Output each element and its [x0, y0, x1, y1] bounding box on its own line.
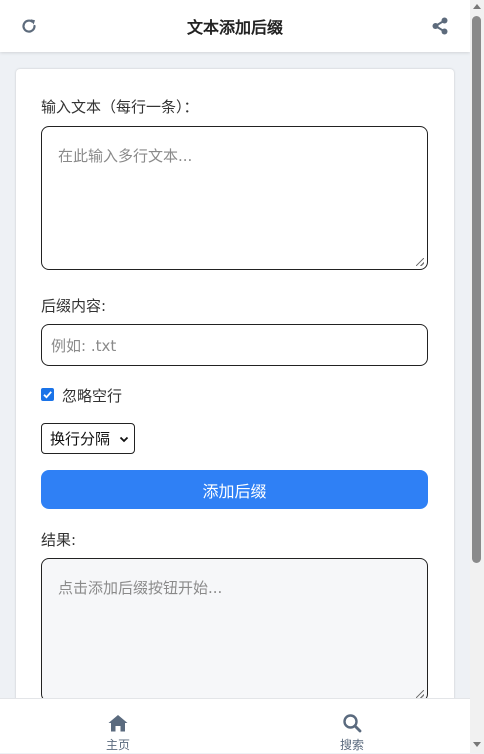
input-textarea[interactable]: 在此输入多行文本... — [41, 126, 428, 270]
suffix-input-placeholder: 例如: .txt — [51, 336, 117, 355]
result-textarea[interactable]: 点击添加后缀按钮开始... — [41, 558, 428, 702]
add-suffix-button[interactable]: 添加后缀 — [41, 470, 428, 509]
chevron-down-icon — [119, 436, 129, 443]
suffix-label: 后缀内容: — [41, 297, 107, 315]
result-label: 结果: — [41, 531, 77, 549]
nav-item-search[interactable]: 搜索 — [312, 699, 392, 754]
result-textarea-placeholder: 点击添加后缀按钮开始... — [58, 579, 223, 597]
top-app-bar: 文本添加后缀 — [0, 0, 470, 52]
input-textarea-placeholder: 在此输入多行文本... — [58, 147, 193, 165]
scrollbar-thumb[interactable] — [472, 16, 481, 563]
ignore-empty-label: 忽略空行 — [62, 387, 123, 405]
scroll-up-arrow-icon[interactable] — [473, 4, 481, 9]
checkmark-icon — [43, 391, 52, 399]
input-text-label: 输入文本（每行一条）： — [41, 98, 199, 116]
add-suffix-button-label: 添加后缀 — [202, 481, 267, 501]
main-card: 输入文本（每行一条）： 在此输入多行文本... 后缀内容: 例如: .txt 忽… — [16, 69, 454, 709]
share-icon — [432, 17, 448, 35]
nav-search-label: 搜索 — [339, 738, 364, 752]
resize-handle-icon[interactable] — [416, 258, 424, 266]
suffix-input[interactable]: 例如: .txt — [41, 324, 428, 366]
separator-selected-value: 换行分隔 — [50, 430, 111, 448]
search-icon — [343, 714, 362, 733]
ignore-empty-checkbox[interactable] — [41, 388, 54, 401]
page-title: 文本添加后缀 — [186, 18, 283, 37]
nav-item-home[interactable]: 主页 — [78, 699, 158, 754]
share-button[interactable] — [430, 16, 450, 36]
home-icon — [108, 715, 128, 732]
refresh-button[interactable] — [19, 16, 39, 36]
bottom-navigation: 主页 搜索 — [0, 698, 470, 753]
separator-select[interactable]: 换行分隔 — [41, 423, 135, 454]
refresh-icon — [22, 19, 36, 33]
result-resize-handle-icon[interactable] — [416, 690, 424, 698]
scroll-down-arrow-icon[interactable] — [473, 742, 481, 747]
nav-home-label: 主页 — [105, 738, 130, 752]
